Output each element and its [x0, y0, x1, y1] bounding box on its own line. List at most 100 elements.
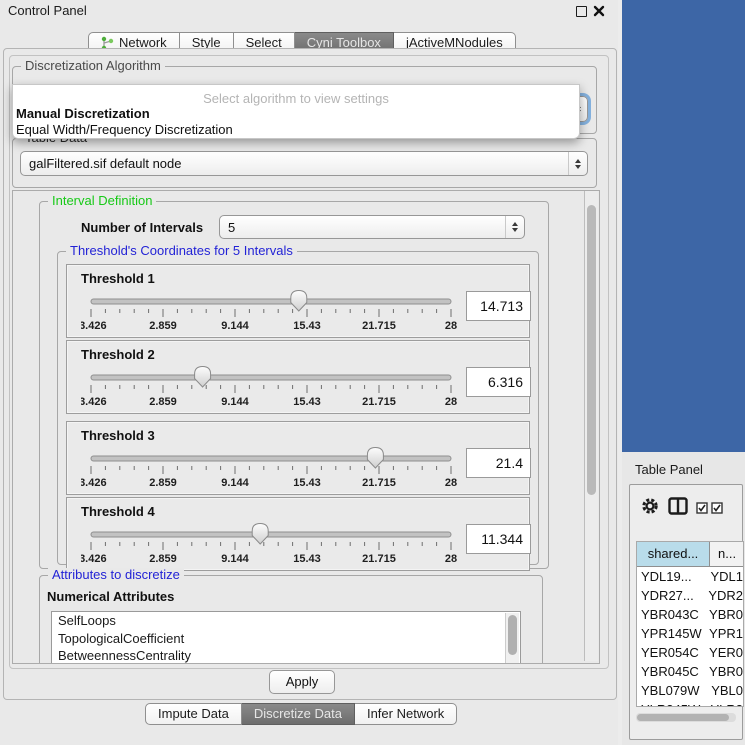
svg-text:-3.426: -3.426	[81, 553, 107, 565]
table-data-combo[interactable]: galFiltered.sif default node	[20, 151, 588, 176]
cell-name: YDL1	[704, 567, 743, 586]
svg-text:9.144: 9.144	[221, 320, 249, 332]
numerical-attributes-label: Numerical Attributes	[47, 589, 174, 604]
svg-text:-3.426: -3.426	[81, 320, 107, 332]
column-header-name[interactable]: n...	[710, 542, 743, 566]
apply-button[interactable]: Apply	[269, 670, 335, 694]
slider-thumb[interactable]	[291, 291, 307, 312]
gear-icon[interactable]	[640, 496, 660, 516]
column-header-shared-name[interactable]: shared...	[637, 542, 710, 566]
popup-option-manual-discretization[interactable]: Manual Discretization	[16, 106, 576, 121]
cell-shared-name: YBL079W	[637, 681, 705, 700]
columns-icon[interactable]	[668, 497, 688, 515]
threshold-label: Threshold 2	[81, 347, 155, 362]
cell-name: YDR2	[702, 586, 743, 605]
group-title: Attributes to discretize	[48, 568, 184, 582]
cell-name: YLR3	[704, 700, 743, 707]
attribute-item[interactable]: SelfLoops	[52, 612, 520, 630]
table-row[interactable]: YDR27...YDR2	[637, 586, 743, 605]
cell-name: YPR1	[703, 624, 743, 643]
threshold-value-field[interactable]: 21.4	[466, 448, 531, 478]
svg-text:15.43: 15.43	[293, 553, 321, 565]
slider-thumb[interactable]	[195, 367, 211, 388]
table-row[interactable]: YPR145WYPR1	[637, 624, 743, 643]
control-panel-titlebar: Control Panel	[0, 0, 618, 20]
threshold-slider[interactable]: -3.4262.8599.14415.4321.71528	[81, 446, 521, 490]
cell-shared-name: YER054C	[637, 643, 703, 662]
settings-scrollbar[interactable]	[584, 191, 598, 661]
group-title: Discretization Algorithm	[21, 59, 165, 73]
number-of-intervals-combo[interactable]: 5	[219, 215, 525, 239]
tab-label: Infer Network	[367, 704, 444, 724]
threshold-label: Threshold 1	[81, 271, 155, 286]
threshold-value-field[interactable]: 14.713	[466, 291, 531, 321]
threshold-1-panel: Threshold 1 -3.426 2.859 9.144 15.43 21.715 28…	[66, 264, 530, 338]
panel-title: Control Panel	[8, 3, 87, 18]
threshold-slider[interactable]: -3.4262.8599.14415.4321.71528	[81, 365, 521, 409]
cell-shared-name: YDL19...	[637, 567, 704, 586]
cell-shared-name: YLR345W	[637, 700, 704, 707]
svg-text:28: 28	[445, 320, 457, 332]
bottom-tab-bar: Impute Data Discretize Data Infer Network	[145, 703, 457, 725]
svg-text:-3.426: -3.426	[81, 396, 107, 408]
float-window-icon[interactable]	[576, 6, 587, 17]
table-hscrollbar[interactable]	[636, 713, 736, 722]
threshold-label: Threshold 3	[81, 428, 155, 443]
cell-shared-name: YPR145W	[637, 624, 703, 643]
attribute-item[interactable]: TopologicalCoefficient	[52, 630, 520, 648]
threshold-slider[interactable]: -3.426 2.859 9.144 15.43 21.715 28	[81, 289, 521, 333]
slider-thumb[interactable]	[367, 448, 383, 469]
slider-thumb[interactable]	[252, 524, 268, 545]
cell-shared-name: YBR043C	[637, 605, 703, 624]
combo-arrows-icon	[505, 216, 524, 238]
svg-text:9.144: 9.144	[221, 477, 249, 489]
svg-text:2.859: 2.859	[149, 396, 177, 408]
cell-name: YBL0	[705, 681, 743, 700]
tab-label: Impute Data	[158, 704, 229, 724]
cell-name: YER0	[703, 643, 743, 662]
attribute-item[interactable]: BetweennessCentrality	[52, 647, 520, 664]
threshold-3-panel: Threshold 3-3.4262.8599.14415.4321.71528…	[66, 421, 530, 495]
table-row[interactable]: YER054CYER0	[637, 643, 743, 662]
popup-hint: Select algorithm to view settings	[13, 91, 579, 106]
svg-text:21.715: 21.715	[362, 320, 396, 332]
cell-name: YBR0	[703, 662, 743, 681]
table-row[interactable]: YDL19...YDL1	[637, 567, 743, 586]
table-row[interactable]: YBL079WYBL0	[637, 681, 743, 700]
threshold-slider[interactable]: -3.4262.8599.14415.4321.71528	[81, 522, 521, 566]
svg-text:2.859: 2.859	[149, 320, 177, 332]
svg-text:15.43: 15.43	[293, 320, 321, 332]
table-panel-title: Table Panel	[635, 462, 703, 477]
table-row[interactable]: YLR345WYLR3	[637, 700, 743, 707]
table-row[interactable]: YBR045CYBR0	[637, 662, 743, 681]
settings-scrollpane: Interval Definition Number of Intervals …	[12, 190, 600, 664]
checkbox-icon[interactable]	[711, 502, 723, 514]
threshold-2-panel: Threshold 2-3.4262.8599.14415.4321.71528…	[66, 340, 530, 414]
svg-text:28: 28	[445, 553, 457, 565]
tab-discretize-data[interactable]: Discretize Data	[242, 703, 355, 725]
tab-impute-data[interactable]: Impute Data	[145, 703, 242, 725]
table-rows: YDL19...YDL1YDR27...YDR2YBR043CYBR0YPR14…	[637, 567, 743, 707]
checkbox-icon[interactable]	[696, 502, 708, 514]
table-row[interactable]: YBR043CYBR0	[637, 605, 743, 624]
network-view-frame: GAL80G.CGAL11GAL4HGCY1HAP2	[622, 0, 745, 454]
cell-shared-name: YBR045C	[637, 662, 703, 681]
threshold-label: Threshold 4	[81, 504, 155, 519]
number-of-intervals-label: Number of Intervals	[81, 220, 203, 235]
numerical-attributes-list[interactable]: SelfLoopsTopologicalCoefficientBetweenne…	[51, 611, 521, 664]
svg-text:28: 28	[445, 396, 457, 408]
threshold-value-field[interactable]: 11.344	[466, 524, 531, 554]
list-scrollbar[interactable]	[505, 613, 519, 664]
close-icon[interactable]	[593, 5, 605, 17]
svg-text:15.43: 15.43	[293, 477, 321, 489]
app-root: { "window": { "title": "Control Panel" }…	[0, 0, 745, 745]
svg-text:21.715: 21.715	[362, 396, 396, 408]
algorithm-dropdown-popup: Select algorithm to view settings Manual…	[12, 84, 580, 139]
svg-text:21.715: 21.715	[362, 477, 396, 489]
cell-shared-name: YDR27...	[637, 586, 702, 605]
threshold-value-field[interactable]: 6.316	[466, 367, 531, 397]
node-table: shared... n... YDL19...YDL1YDR27...YDR2Y…	[636, 541, 744, 707]
svg-text:21.715: 21.715	[362, 553, 396, 565]
tab-infer-network[interactable]: Infer Network	[355, 703, 457, 725]
popup-option-equal-width-frequency[interactable]: Equal Width/Frequency Discretization	[16, 122, 576, 137]
